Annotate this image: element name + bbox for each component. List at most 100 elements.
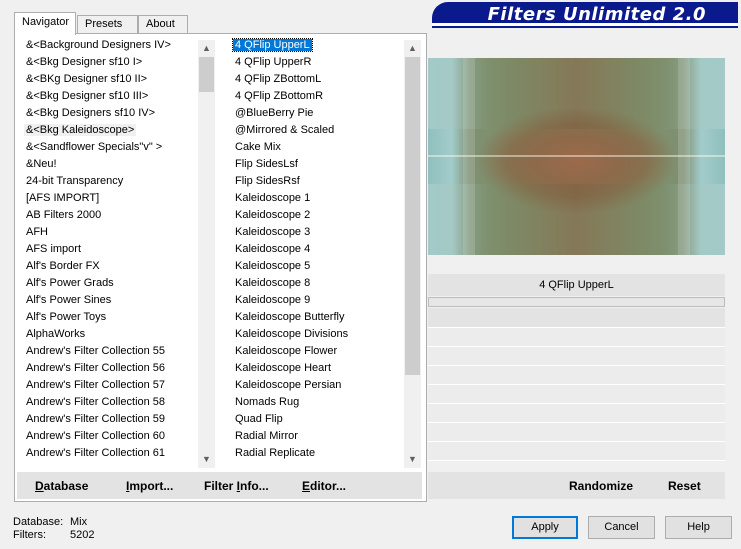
category-item[interactable]: AlphaWorks bbox=[20, 326, 198, 343]
reset-button[interactable]: Reset bbox=[668, 479, 701, 493]
category-item[interactable]: &<Bkg Kaleidoscope> bbox=[20, 122, 198, 139]
category-list[interactable]: &<Background Designers IV> &<Bkg Designer… bbox=[20, 37, 198, 467]
database-button[interactable]: Database bbox=[35, 479, 88, 493]
category-item-label: Andrew's Filter Collection 61 bbox=[26, 447, 166, 459]
filter-item[interactable]: Radial Replicate bbox=[229, 445, 404, 462]
filter-item[interactable]: Cake Mix bbox=[229, 139, 404, 156]
filter-item[interactable]: Kaleidoscope 3 bbox=[229, 224, 404, 241]
category-item-label: Andrew's Filter Collection 57 bbox=[26, 379, 166, 391]
filter-item[interactable]: Kaleidoscope Divisions bbox=[229, 326, 404, 343]
filter-item[interactable]: @BlueBerry Pie bbox=[229, 105, 404, 122]
category-item[interactable]: Andrew's Filter Collection 58 bbox=[20, 394, 198, 411]
category-item[interactable]: Alf's Power Toys bbox=[20, 309, 198, 326]
param-row bbox=[428, 366, 725, 385]
down-arrow-icon[interactable]: ▼ bbox=[198, 451, 215, 468]
filter-item[interactable]: Radial Mirror bbox=[229, 428, 404, 445]
category-item[interactable]: 24-bit Transparency bbox=[20, 173, 198, 190]
preview-toolbar: Randomize Reset bbox=[428, 472, 725, 499]
category-item[interactable]: AFS import bbox=[20, 241, 198, 258]
category-item[interactable]: &<Bkg Designer sf10 I> bbox=[20, 54, 198, 71]
category-item-label: Andrew's Filter Collection 56 bbox=[26, 362, 166, 374]
filter-item-label: Kaleidoscope 3 bbox=[235, 226, 311, 238]
filter-item[interactable]: Kaleidoscope 2 bbox=[229, 207, 404, 224]
category-item[interactable]: &<Background Designers IV> bbox=[20, 37, 198, 54]
category-scrollbar[interactable]: ▲ ▼ bbox=[198, 40, 215, 468]
filter-item[interactable]: Kaleidoscope 5 bbox=[229, 258, 404, 275]
up-arrow-icon[interactable]: ▲ bbox=[404, 40, 421, 57]
filter-item[interactable]: Kaleidoscope 1 bbox=[229, 190, 404, 207]
filter-item[interactable]: Nomads Rug bbox=[229, 394, 404, 411]
help-button[interactable]: Help bbox=[665, 516, 732, 539]
filter-item[interactable]: 4 QFlip ZBottomL bbox=[229, 71, 404, 88]
category-item[interactable]: &<Sandflower Specials"v" > bbox=[20, 139, 198, 156]
category-item-label: AFH bbox=[26, 226, 48, 238]
filter-item[interactable]: @Mirrored & Scaled bbox=[229, 122, 404, 139]
category-item[interactable]: Andrew's Filter Collection 61 bbox=[20, 445, 198, 462]
filter-item-label: Kaleidoscope 5 bbox=[235, 260, 311, 272]
category-scroll-thumb[interactable] bbox=[199, 57, 214, 92]
category-item-label: &<Bkg Designer sf10 I> bbox=[26, 56, 143, 68]
category-item-label: &<BKg Designer sf10 II> bbox=[26, 73, 148, 85]
filter-item-label: Quad Flip bbox=[235, 413, 283, 425]
filter-item[interactable]: Kaleidoscope Heart bbox=[229, 360, 404, 377]
category-item-label: &Neu! bbox=[26, 158, 57, 170]
category-item[interactable]: AB Filters 2000 bbox=[20, 207, 198, 224]
filter-item[interactable]: Kaleidoscope Butterfly bbox=[229, 309, 404, 326]
tab-navigator[interactable]: Navigator bbox=[14, 12, 76, 35]
down-arrow-icon[interactable]: ▼ bbox=[404, 451, 421, 468]
filter-item-label: Radial Replicate bbox=[235, 447, 316, 459]
category-item-label: &<Sandflower Specials"v" > bbox=[26, 141, 163, 153]
filter-item-label: @Mirrored & Scaled bbox=[235, 124, 335, 136]
navigator-toolbar: Database Import... Filter Info... Editor… bbox=[17, 472, 422, 499]
category-item[interactable]: Andrew's Filter Collection 56 bbox=[20, 360, 198, 377]
filter-item[interactable]: Kaleidoscope 9 bbox=[229, 292, 404, 309]
category-item[interactable]: AFH bbox=[20, 224, 198, 241]
randomize-button[interactable]: Randomize bbox=[569, 479, 633, 493]
filter-list[interactable]: 4 QFlip UpperL 4 QFlip UpperR 4 QFlip ZBot… bbox=[229, 37, 404, 467]
category-item-label: [AFS IMPORT] bbox=[26, 192, 100, 204]
filter-info-button[interactable]: Filter Info... bbox=[204, 479, 269, 493]
editor-button[interactable]: Editor... bbox=[302, 479, 346, 493]
filter-item[interactable]: Kaleidoscope Persian bbox=[229, 377, 404, 394]
category-item[interactable]: Andrew's Filter Collection 59 bbox=[20, 411, 198, 428]
tab-about[interactable]: About bbox=[138, 15, 188, 34]
category-item[interactable]: &<Bkg Designer sf10 III> bbox=[20, 88, 198, 105]
category-item[interactable]: Andrew's Filter Collection 60 bbox=[20, 428, 198, 445]
cancel-button[interactable]: Cancel bbox=[588, 516, 655, 539]
selected-filter-name: 4 QFlip UpperL bbox=[428, 274, 725, 296]
up-arrow-icon[interactable]: ▲ bbox=[198, 40, 215, 57]
category-item-label: Andrew's Filter Collection 60 bbox=[26, 430, 166, 442]
category-item[interactable]: Alf's Border FX bbox=[20, 258, 198, 275]
apply-button[interactable]: Apply bbox=[512, 516, 578, 539]
filter-item[interactable]: Kaleidoscope 4 bbox=[229, 241, 404, 258]
category-item-label: Andrew's Filter Collection 59 bbox=[26, 413, 166, 425]
category-item[interactable]: Andrew's Filter Collection 57 bbox=[20, 377, 198, 394]
filter-item-label: Kaleidoscope 1 bbox=[235, 192, 311, 204]
filter-scrollbar[interactable]: ▲ ▼ bbox=[404, 40, 421, 468]
filter-item[interactable]: 4 QFlip UpperL bbox=[229, 37, 404, 54]
category-item[interactable]: Alf's Power Sines bbox=[20, 292, 198, 309]
category-item[interactable]: [AFS IMPORT] bbox=[20, 190, 198, 207]
filter-item-label: @BlueBerry Pie bbox=[235, 107, 314, 119]
filter-item-label: Flip SidesRsf bbox=[235, 175, 300, 187]
category-item-label: Alf's Border FX bbox=[26, 260, 100, 272]
filter-item[interactable]: Flip SidesRsf bbox=[229, 173, 404, 190]
database-value: Mix bbox=[70, 516, 88, 528]
filter-item[interactable]: Flip SidesLsf bbox=[229, 156, 404, 173]
filter-item-label: Kaleidoscope 2 bbox=[235, 209, 311, 221]
import-button[interactable]: Import... bbox=[126, 479, 173, 493]
filter-item[interactable]: Kaleidoscope 8 bbox=[229, 275, 404, 292]
category-item[interactable]: &Neu! bbox=[20, 156, 198, 173]
filter-item[interactable]: 4 QFlip ZBottomR bbox=[229, 88, 404, 105]
filter-item[interactable]: Quad Flip bbox=[229, 411, 404, 428]
category-item[interactable]: Alf's Power Grads bbox=[20, 275, 198, 292]
category-item[interactable]: Andrew's Filter Collection 55 bbox=[20, 343, 198, 360]
tab-presets[interactable]: Presets bbox=[77, 15, 138, 34]
filter-item-label: Kaleidoscope Butterfly bbox=[235, 311, 345, 323]
filter-item[interactable]: Kaleidoscope Flower bbox=[229, 343, 404, 360]
category-item[interactable]: &<Bkg Designers sf10 IV> bbox=[20, 105, 198, 122]
category-item[interactable]: &<BKg Designer sf10 II> bbox=[20, 71, 198, 88]
filter-item-label: Kaleidoscope 4 bbox=[235, 243, 311, 255]
filter-scroll-thumb[interactable] bbox=[405, 57, 420, 375]
filter-item[interactable]: 4 QFlip UpperR bbox=[229, 54, 404, 71]
